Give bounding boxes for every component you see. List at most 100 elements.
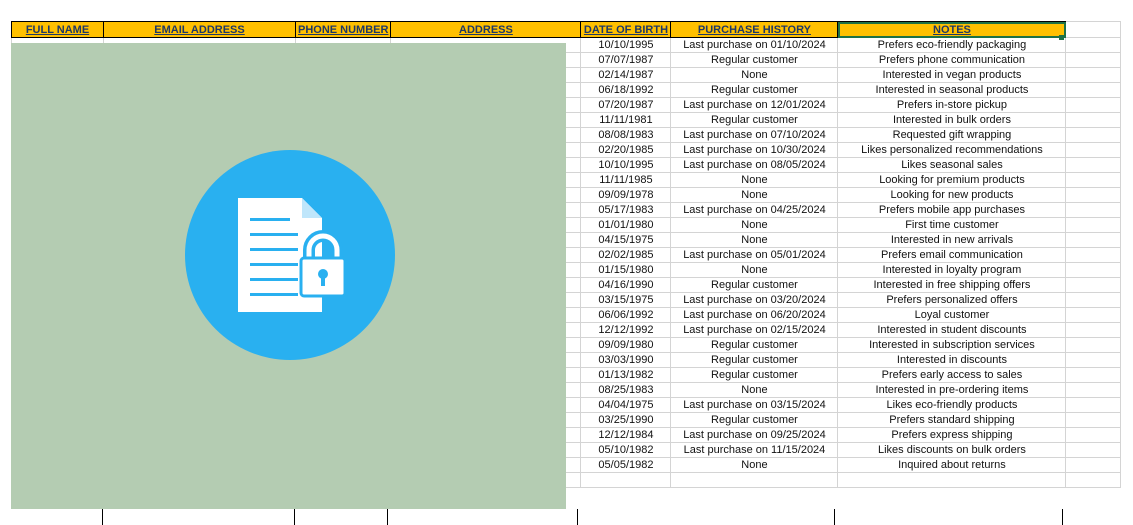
cell-notes[interactable]: Interested in loyalty program — [837, 262, 1067, 278]
cell-purchase-history[interactable]: Last purchase on 07/10/2024 — [670, 127, 839, 143]
cell-notes[interactable]: Prefers mobile app purchases — [837, 202, 1067, 218]
cell-notes[interactable]: Interested in vegan products — [837, 67, 1067, 83]
cell-date-of-birth[interactable]: 01/15/1980 — [580, 262, 672, 278]
empty-cell[interactable] — [1065, 82, 1122, 98]
empty-cell[interactable] — [1065, 457, 1122, 473]
cell-purchase-history[interactable]: None — [670, 217, 839, 233]
cell-notes[interactable]: Inquired about returns — [837, 457, 1067, 473]
empty-cell[interactable] — [1065, 262, 1122, 278]
cell-purchase-history[interactable]: Regular customer — [670, 337, 839, 353]
cell-date-of-birth[interactable]: 07/20/1987 — [580, 97, 672, 113]
cell-notes[interactable]: Interested in student discounts — [837, 322, 1067, 338]
empty-cell[interactable] — [1065, 352, 1122, 368]
cell-date-of-birth[interactable]: 03/03/1990 — [580, 352, 672, 368]
cell-date-of-birth[interactable]: 06/06/1992 — [580, 307, 672, 323]
cell-date-of-birth[interactable]: 02/14/1987 — [580, 67, 672, 83]
cell-purchase-history[interactable]: Last purchase on 04/25/2024 — [670, 202, 839, 218]
cell-date-of-birth[interactable]: 03/25/1990 — [580, 412, 672, 428]
cell-notes[interactable]: Looking for new products — [837, 187, 1067, 203]
empty-cell[interactable] — [670, 472, 839, 488]
cell-purchase-history[interactable]: Last purchase on 01/10/2024 — [670, 37, 839, 53]
cell-notes[interactable]: Interested in subscription services — [837, 337, 1067, 353]
cell-date-of-birth[interactable]: 02/02/1985 — [580, 247, 672, 263]
empty-cell[interactable] — [1065, 367, 1122, 383]
cell-date-of-birth[interactable]: 05/10/1982 — [580, 442, 672, 458]
cell-notes[interactable]: Interested in pre-ordering items — [837, 382, 1067, 398]
empty-cell[interactable] — [1065, 427, 1122, 443]
header-notes[interactable]: NOTES — [837, 21, 1067, 38]
cell-date-of-birth[interactable]: 08/08/1983 — [580, 127, 672, 143]
cell-purchase-history[interactable]: Last purchase on 10/30/2024 — [670, 142, 839, 158]
cell-date-of-birth[interactable]: 02/20/1985 — [580, 142, 672, 158]
cell-notes[interactable]: Likes eco-friendly products — [837, 397, 1067, 413]
empty-cell[interactable] — [1065, 382, 1122, 398]
empty-cell[interactable] — [1065, 217, 1122, 233]
cell-purchase-history[interactable]: Last purchase on 06/20/2024 — [670, 307, 839, 323]
cell-notes[interactable]: Likes seasonal sales — [837, 157, 1067, 173]
cell-purchase-history[interactable]: Last purchase on 08/05/2024 — [670, 157, 839, 173]
empty-cell[interactable] — [1065, 412, 1122, 428]
empty-cell[interactable] — [1065, 202, 1122, 218]
cell-notes[interactable]: Interested in seasonal products — [837, 82, 1067, 98]
empty-cell[interactable] — [1065, 97, 1122, 113]
cell-date-of-birth[interactable]: 01/13/1982 — [580, 367, 672, 383]
cell-notes[interactable]: Interested in bulk orders — [837, 112, 1067, 128]
cell-purchase-history[interactable]: Last purchase on 09/25/2024 — [670, 427, 839, 443]
cell-date-of-birth[interactable]: 08/25/1983 — [580, 382, 672, 398]
cell-date-of-birth[interactable]: 12/12/1992 — [580, 322, 672, 338]
empty-cell[interactable] — [1065, 142, 1122, 158]
empty-cell[interactable] — [1065, 397, 1122, 413]
cell-date-of-birth[interactable]: 05/17/1983 — [580, 202, 672, 218]
empty-cell[interactable] — [837, 472, 1067, 488]
cell-notes[interactable]: Prefers email communication — [837, 247, 1067, 263]
header-date-of-birth[interactable]: DATE OF BIRTH — [580, 21, 672, 38]
cell-date-of-birth[interactable]: 03/15/1975 — [580, 292, 672, 308]
cell-date-of-birth[interactable]: 04/16/1990 — [580, 277, 672, 293]
empty-cell[interactable] — [1065, 247, 1122, 263]
empty-cell[interactable] — [1065, 157, 1122, 173]
empty-cell[interactable] — [1065, 472, 1122, 488]
cell-date-of-birth[interactable]: 06/18/1992 — [580, 82, 672, 98]
cell-purchase-history[interactable]: Regular customer — [670, 352, 839, 368]
empty-cell[interactable] — [1065, 337, 1122, 353]
cell-date-of-birth[interactable]: 12/12/1984 — [580, 427, 672, 443]
empty-cell[interactable] — [1065, 322, 1122, 338]
cell-purchase-history[interactable]: None — [670, 172, 839, 188]
empty-cell[interactable] — [1065, 277, 1122, 293]
cell-notes[interactable]: Prefers early access to sales — [837, 367, 1067, 383]
cell-date-of-birth[interactable]: 10/10/1995 — [580, 37, 672, 53]
empty-cell[interactable] — [1065, 307, 1122, 323]
empty-cell[interactable] — [1065, 127, 1122, 143]
empty-cell[interactable] — [1065, 67, 1122, 83]
empty-cell[interactable] — [1065, 292, 1122, 308]
cell-purchase-history[interactable]: None — [670, 187, 839, 203]
cell-purchase-history[interactable]: Last purchase on 03/20/2024 — [670, 292, 839, 308]
cell-notes[interactable]: Prefers standard shipping — [837, 412, 1067, 428]
cell-date-of-birth[interactable]: 10/10/1995 — [580, 157, 672, 173]
cell-purchase-history[interactable]: None — [670, 232, 839, 248]
cell-notes[interactable]: Likes discounts on bulk orders — [837, 442, 1067, 458]
cell-date-of-birth[interactable]: 11/11/1985 — [580, 172, 672, 188]
header-full-name[interactable]: FULL NAME — [11, 21, 104, 38]
cell-notes[interactable]: Prefers in-store pickup — [837, 97, 1067, 113]
empty-cell[interactable] — [1065, 21, 1122, 38]
empty-cell[interactable] — [1065, 37, 1122, 53]
cell-date-of-birth[interactable]: 05/05/1982 — [580, 457, 672, 473]
empty-cell[interactable] — [1065, 52, 1122, 68]
fill-handle[interactable] — [1059, 35, 1064, 40]
cell-notes[interactable]: Loyal customer — [837, 307, 1067, 323]
cell-notes[interactable]: Interested in discounts — [837, 352, 1067, 368]
cell-purchase-history[interactable]: Last purchase on 11/15/2024 — [670, 442, 839, 458]
cell-purchase-history[interactable]: Regular customer — [670, 277, 839, 293]
cell-date-of-birth[interactable]: 09/09/1978 — [580, 187, 672, 203]
cell-date-of-birth[interactable]: 11/11/1981 — [580, 112, 672, 128]
empty-cell[interactable] — [1065, 172, 1122, 188]
header-phone-number[interactable]: PHONE NUMBER — [294, 21, 392, 38]
cell-purchase-history[interactable]: Last purchase on 05/01/2024 — [670, 247, 839, 263]
cell-notes[interactable]: Prefers personalized offers — [837, 292, 1067, 308]
cell-purchase-history[interactable]: Last purchase on 02/15/2024 — [670, 322, 839, 338]
cell-notes[interactable]: Interested in new arrivals — [837, 232, 1067, 248]
cell-purchase-history[interactable]: None — [670, 457, 839, 473]
empty-cell[interactable] — [1065, 232, 1122, 248]
cell-date-of-birth[interactable]: 01/01/1980 — [580, 217, 672, 233]
